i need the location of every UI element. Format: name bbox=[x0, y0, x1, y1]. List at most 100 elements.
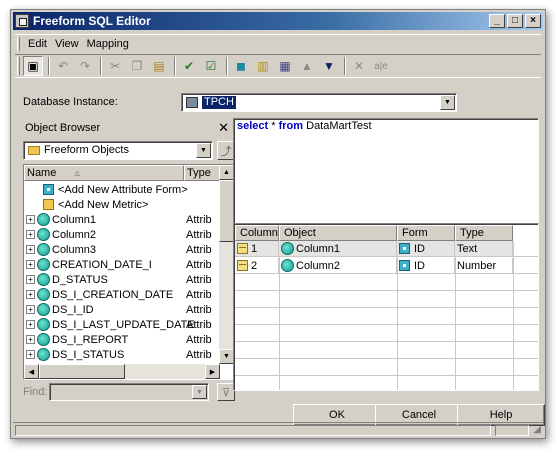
mapping-row[interactable]: 1 Column1 ID Text bbox=[235, 241, 513, 257]
chevron-down-icon[interactable]: ▼ bbox=[192, 385, 207, 399]
object-name: DS_I_ID bbox=[52, 303, 94, 316]
chevron-down-icon[interactable]: ▼ bbox=[440, 95, 455, 110]
object-type: Attrib bbox=[186, 213, 212, 226]
header-form[interactable]: Form bbox=[397, 225, 455, 241]
copy-icon[interactable]: ❐ bbox=[127, 56, 147, 76]
toolbar-separator bbox=[226, 57, 228, 75]
object-name: DS_I_STATUS bbox=[52, 348, 125, 361]
object-list-item[interactable]: + Column2 Attrib bbox=[24, 227, 212, 242]
find-label: Find: bbox=[23, 386, 48, 398]
expand-icon[interactable]: + bbox=[26, 245, 35, 254]
object-list-item[interactable]: <Add New Metric> bbox=[24, 197, 148, 212]
menu-mapping[interactable]: Mapping bbox=[83, 38, 133, 50]
scroll-right-icon[interactable]: ▶ bbox=[205, 364, 220, 379]
rename-icon[interactable]: a|e bbox=[371, 56, 391, 76]
object-browser-header: Object Browser ✕ bbox=[23, 119, 235, 137]
table-icon bbox=[237, 260, 248, 271]
object-list-item[interactable]: + DS_I_LAST_UPDATE_DATE Attrib bbox=[24, 317, 212, 332]
header-object[interactable]: Object bbox=[279, 225, 397, 241]
paste-icon[interactable]: ▤ bbox=[149, 56, 169, 76]
scroll-thumb[interactable] bbox=[219, 180, 234, 242]
row-column-number: 1 bbox=[251, 242, 258, 255]
object-list-item[interactable]: + DS_I_REPORT Attrib bbox=[24, 332, 212, 347]
object-list-item[interactable]: + DS_I_CREATION_DATE Attrib bbox=[24, 287, 212, 302]
undo-icon[interactable]: ↶ bbox=[53, 56, 73, 76]
minimize-button[interactable]: _ bbox=[489, 14, 505, 28]
header-column[interactable]: Column bbox=[235, 225, 279, 241]
database-icon bbox=[186, 97, 198, 108]
header-type[interactable]: Type bbox=[455, 225, 513, 241]
expand-icon[interactable]: + bbox=[26, 230, 35, 239]
column-mapping-grid: Column Object Form Type 1 Column1 ID Tex… bbox=[233, 223, 539, 391]
column-header-type[interactable]: Type bbox=[184, 165, 220, 181]
expand-icon[interactable]: + bbox=[26, 335, 35, 344]
object-type: Attrib bbox=[186, 273, 212, 286]
object-type: Attrib bbox=[186, 303, 212, 316]
object-name: DS_I_REPORT bbox=[52, 333, 129, 346]
folder-icon bbox=[28, 146, 40, 155]
object-list-item[interactable]: + Column1 Attrib bbox=[24, 212, 212, 227]
menu-edit[interactable]: Edit bbox=[24, 38, 51, 50]
delete-icon[interactable]: ✕ bbox=[349, 56, 369, 76]
title-bar[interactable]: Freeform SQL Editor _ □ × bbox=[13, 12, 543, 30]
scroll-up-icon[interactable]: ▲ bbox=[219, 165, 234, 180]
database-instance-select[interactable]: TPCH ▼ bbox=[181, 93, 457, 112]
row-object: Column1 bbox=[296, 242, 341, 255]
metric-icon bbox=[43, 199, 54, 210]
object-list-item[interactable]: + DS_I_STATUS Attrib bbox=[24, 347, 212, 362]
status-bar: ◢ bbox=[13, 422, 543, 436]
hscroll-thumb[interactable] bbox=[39, 364, 125, 379]
expand-icon[interactable]: + bbox=[26, 215, 35, 224]
expand-icon[interactable]: + bbox=[26, 275, 35, 284]
folder-select[interactable]: Freeform Objects ▼ bbox=[23, 141, 213, 160]
object-list: Name ▵ Type <Add New Attribute Form> <Add … bbox=[23, 164, 235, 380]
expand-icon[interactable]: + bbox=[26, 260, 35, 269]
object-list-item[interactable]: + Column3 Attrib bbox=[24, 242, 212, 257]
expand-icon[interactable]: + bbox=[26, 350, 35, 359]
attribute-form-icon[interactable]: ◼ bbox=[231, 56, 251, 76]
object-list-vscroll[interactable]: ▲ ▼ bbox=[219, 165, 234, 364]
move-down-icon[interactable]: ▼ bbox=[319, 56, 339, 76]
expand-icon[interactable]: + bbox=[26, 290, 35, 299]
grid-row-line bbox=[235, 377, 538, 390]
object-list-item[interactable]: + D_STATUS Attrib bbox=[24, 272, 212, 287]
close-button[interactable]: × bbox=[525, 14, 541, 28]
sql-view-icon[interactable]: ▣ bbox=[23, 56, 43, 76]
database-instance-label: Database Instance: bbox=[23, 96, 118, 108]
redo-icon[interactable]: ↷ bbox=[75, 56, 95, 76]
toolbar: ▣ ↶ ↷ ✂ ❐ ▤ ✔ ☑ ◼ ▥ ▦ ▲ ▼ ✕ a|e bbox=[15, 54, 541, 78]
expand-icon[interactable]: + bbox=[26, 305, 35, 314]
close-icon[interactable]: ✕ bbox=[218, 120, 229, 136]
sql-keyword-from: from bbox=[278, 120, 304, 132]
maximize-button[interactable]: □ bbox=[507, 14, 523, 28]
expand-icon[interactable]: + bbox=[26, 320, 35, 329]
object-browser-panel: Object Browser ✕ Freeform Objects ▼ ⤴ Na… bbox=[23, 119, 235, 403]
object-name: Column1 bbox=[52, 213, 97, 226]
move-up-icon[interactable]: ▲ bbox=[297, 56, 317, 76]
metric-icon[interactable]: ▥ bbox=[253, 56, 273, 76]
validate-icon[interactable]: ✔ bbox=[179, 56, 199, 76]
scroll-left-icon[interactable]: ◀ bbox=[24, 364, 39, 379]
object-list-hscroll[interactable]: ◀ ▶ bbox=[24, 364, 220, 379]
status-pane bbox=[495, 425, 529, 436]
status-pane bbox=[15, 425, 491, 436]
object-list-item[interactable]: <Add New Attribute Form> bbox=[24, 182, 188, 197]
menu-view[interactable]: View bbox=[51, 38, 83, 50]
cut-icon[interactable]: ✂ bbox=[105, 56, 125, 76]
app-icon bbox=[15, 14, 29, 28]
grid-row-line bbox=[235, 326, 538, 342]
object-list-item[interactable]: + CREATION_DATE_I Attrib bbox=[24, 257, 212, 272]
check-sql-icon[interactable]: ☑ bbox=[201, 56, 221, 76]
column-header-name[interactable]: Name ▵ bbox=[24, 165, 184, 181]
resize-grip-icon[interactable]: ◢ bbox=[533, 424, 541, 435]
object-list-item[interactable]: + DS_I_ID Attrib bbox=[24, 302, 212, 317]
find-input[interactable]: ▼ bbox=[49, 383, 209, 401]
grid-row-line bbox=[235, 343, 538, 359]
mapping-icon[interactable]: ▦ bbox=[275, 56, 295, 76]
chevron-down-icon[interactable]: ▼ bbox=[196, 143, 211, 158]
row-form: ID bbox=[414, 259, 425, 272]
sql-statement-editor[interactable]: select * from DataMartTest bbox=[233, 118, 539, 232]
scroll-down-icon[interactable]: ▼ bbox=[219, 349, 234, 364]
mapping-row[interactable]: 2 Column2 ID Number bbox=[235, 258, 513, 274]
folder-select-value: Freeform Objects bbox=[44, 144, 129, 156]
